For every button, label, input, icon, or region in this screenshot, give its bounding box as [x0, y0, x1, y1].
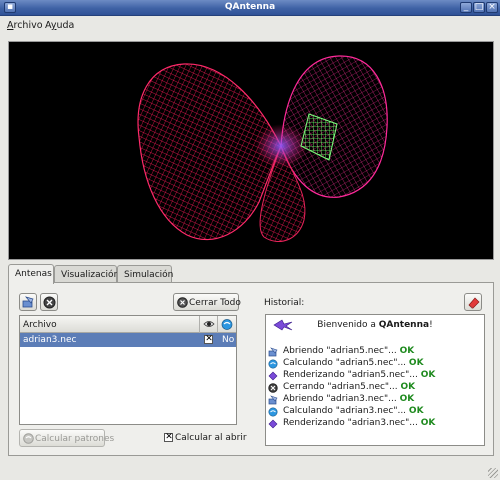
open-icon — [268, 347, 278, 357]
radiation-pattern-viewport[interactable] — [8, 41, 494, 260]
close-all-label: Cerrar Todo — [189, 298, 241, 308]
entry-message: Cerrando "adrian5.nec"... — [283, 382, 398, 392]
history-entry-text-2: Calculando "adrian5.nec"... OK — [283, 358, 424, 368]
history-welcome: Bienvenido a QAntenna! — [266, 320, 484, 330]
window-title: QAntenna — [224, 2, 276, 12]
welcome-pre: Bienvenido a — [317, 320, 379, 330]
calculate-icon — [23, 433, 34, 444]
close-file-icon — [43, 296, 56, 309]
open-file-button[interactable] — [19, 293, 37, 311]
tab-visualizacion[interactable]: Visualización — [54, 265, 119, 283]
close-window-button[interactable]: × — [486, 2, 498, 13]
entry-status: OK — [399, 346, 415, 356]
close-all-button[interactable]: Cerrar Todo — [173, 293, 241, 311]
tab-simulacion[interactable]: Simulación — [117, 265, 173, 283]
maximize-icon: □ — [474, 2, 484, 12]
column-archivo-label: Archivo — [23, 320, 57, 330]
visibility-icon — [203, 321, 215, 327]
welcome-post: ! — [429, 320, 433, 330]
close-icon: × — [488, 2, 496, 12]
column-calculated[interactable] — [218, 316, 236, 333]
render-icon — [268, 371, 278, 381]
calculate-patterns-button[interactable]: Calcular patrones — [19, 429, 114, 447]
calc-on-open-label: Calcular al abrir — [175, 433, 247, 443]
history-entry-text-7: Renderizando "adrian3.nec"... OK — [283, 418, 435, 428]
welcome-app-name: QAntenna — [378, 320, 430, 330]
history-label: Historial: — [264, 298, 305, 308]
entry-message: Abriendo "adrian5.nec"... — [283, 346, 397, 356]
history-entry-text-6: Calculando "adrian3.nec"... OK — [283, 406, 424, 416]
row-file-name: adrian3.nec — [23, 335, 77, 345]
open-file-icon — [22, 296, 34, 308]
entry-status: OK — [420, 418, 436, 428]
antenas-panel: Cerrar Todo Archivo adrian3.nec ✕ No Cal… — [8, 282, 494, 456]
entry-message: Abriendo "adrian3.nec"... — [283, 394, 397, 404]
entry-status: OK — [400, 382, 416, 392]
tab-antenas[interactable]: Antenas — [8, 264, 54, 284]
calc-icon — [268, 407, 278, 417]
check-mark-icon: ✕ — [165, 432, 173, 442]
close-file-button[interactable] — [40, 293, 58, 311]
clear-history-button[interactable] — [464, 293, 482, 311]
menu-archivo[interactable]: Archivo — [7, 20, 43, 31]
history-entry-text-1: Abriendo "adrian5.nec"... OK — [283, 346, 414, 356]
entry-status: OK — [399, 394, 415, 404]
entry-message: Calculando "adrian5.nec"... — [283, 358, 407, 368]
eraser-icon — [468, 297, 480, 309]
entry-message: Renderizando "adrian3.nec"... — [283, 418, 418, 428]
entry-status: OK — [408, 358, 424, 368]
maximize-button[interactable]: □ — [473, 2, 485, 13]
entry-status: OK — [408, 406, 424, 416]
table-row[interactable]: adrian3.nec ✕ No — [20, 333, 236, 347]
history-entry-text-3: Renderizando "adrian5.nec"... OK — [283, 370, 435, 380]
render-icon — [268, 419, 278, 429]
minimize-icon: _ — [463, 2, 469, 12]
table-header: Archivo — [20, 316, 236, 333]
title-bar[interactable]: ▪ QAntenna _ □ × — [0, 0, 500, 16]
close-file-icon — [268, 383, 278, 393]
menu-ayuda[interactable]: Ayuda — [45, 20, 74, 31]
calculate-patterns-label: Calcular patrones — [35, 434, 115, 444]
close-all-icon — [177, 297, 188, 308]
entry-message: Renderizando "adrian5.nec"... — [283, 370, 418, 380]
menu-ayuda-rest: uda — [56, 20, 75, 31]
resize-grip-icon[interactable] — [488, 468, 498, 478]
column-visible[interactable] — [200, 316, 218, 333]
radiation-pattern-render — [137, 55, 388, 242]
calc-icon — [268, 359, 278, 369]
row-calculated-value: No — [222, 335, 235, 345]
history-entry-text-5: Abriendo "adrian3.nec"... OK — [283, 394, 414, 404]
history-entry-text-4: Cerrando "adrian5.nec"... OK — [283, 382, 415, 392]
antenna-file-table[interactable]: Archivo adrian3.nec ✕ No — [19, 315, 237, 425]
entry-status: OK — [420, 370, 436, 380]
calc-on-open-checkbox[interactable]: ✕ — [164, 432, 173, 442]
menu-archivo-rest: rchivo — [13, 20, 43, 31]
calc-icon — [221, 319, 233, 330]
history-log[interactable]: Bienvenido a QAntenna! Abriendo "adrian5… — [265, 314, 485, 446]
column-archivo[interactable]: Archivo — [20, 316, 200, 333]
entry-message: Calculando "adrian3.nec"... — [283, 406, 407, 416]
status-bar — [0, 462, 500, 480]
row-visible-checkbox[interactable]: ✕ — [204, 334, 213, 344]
menu-bar: Archivo Ayuda — [0, 16, 500, 34]
open-icon — [268, 395, 278, 405]
check-mark-icon: ✕ — [205, 334, 213, 344]
minimize-button[interactable]: _ — [460, 2, 472, 13]
